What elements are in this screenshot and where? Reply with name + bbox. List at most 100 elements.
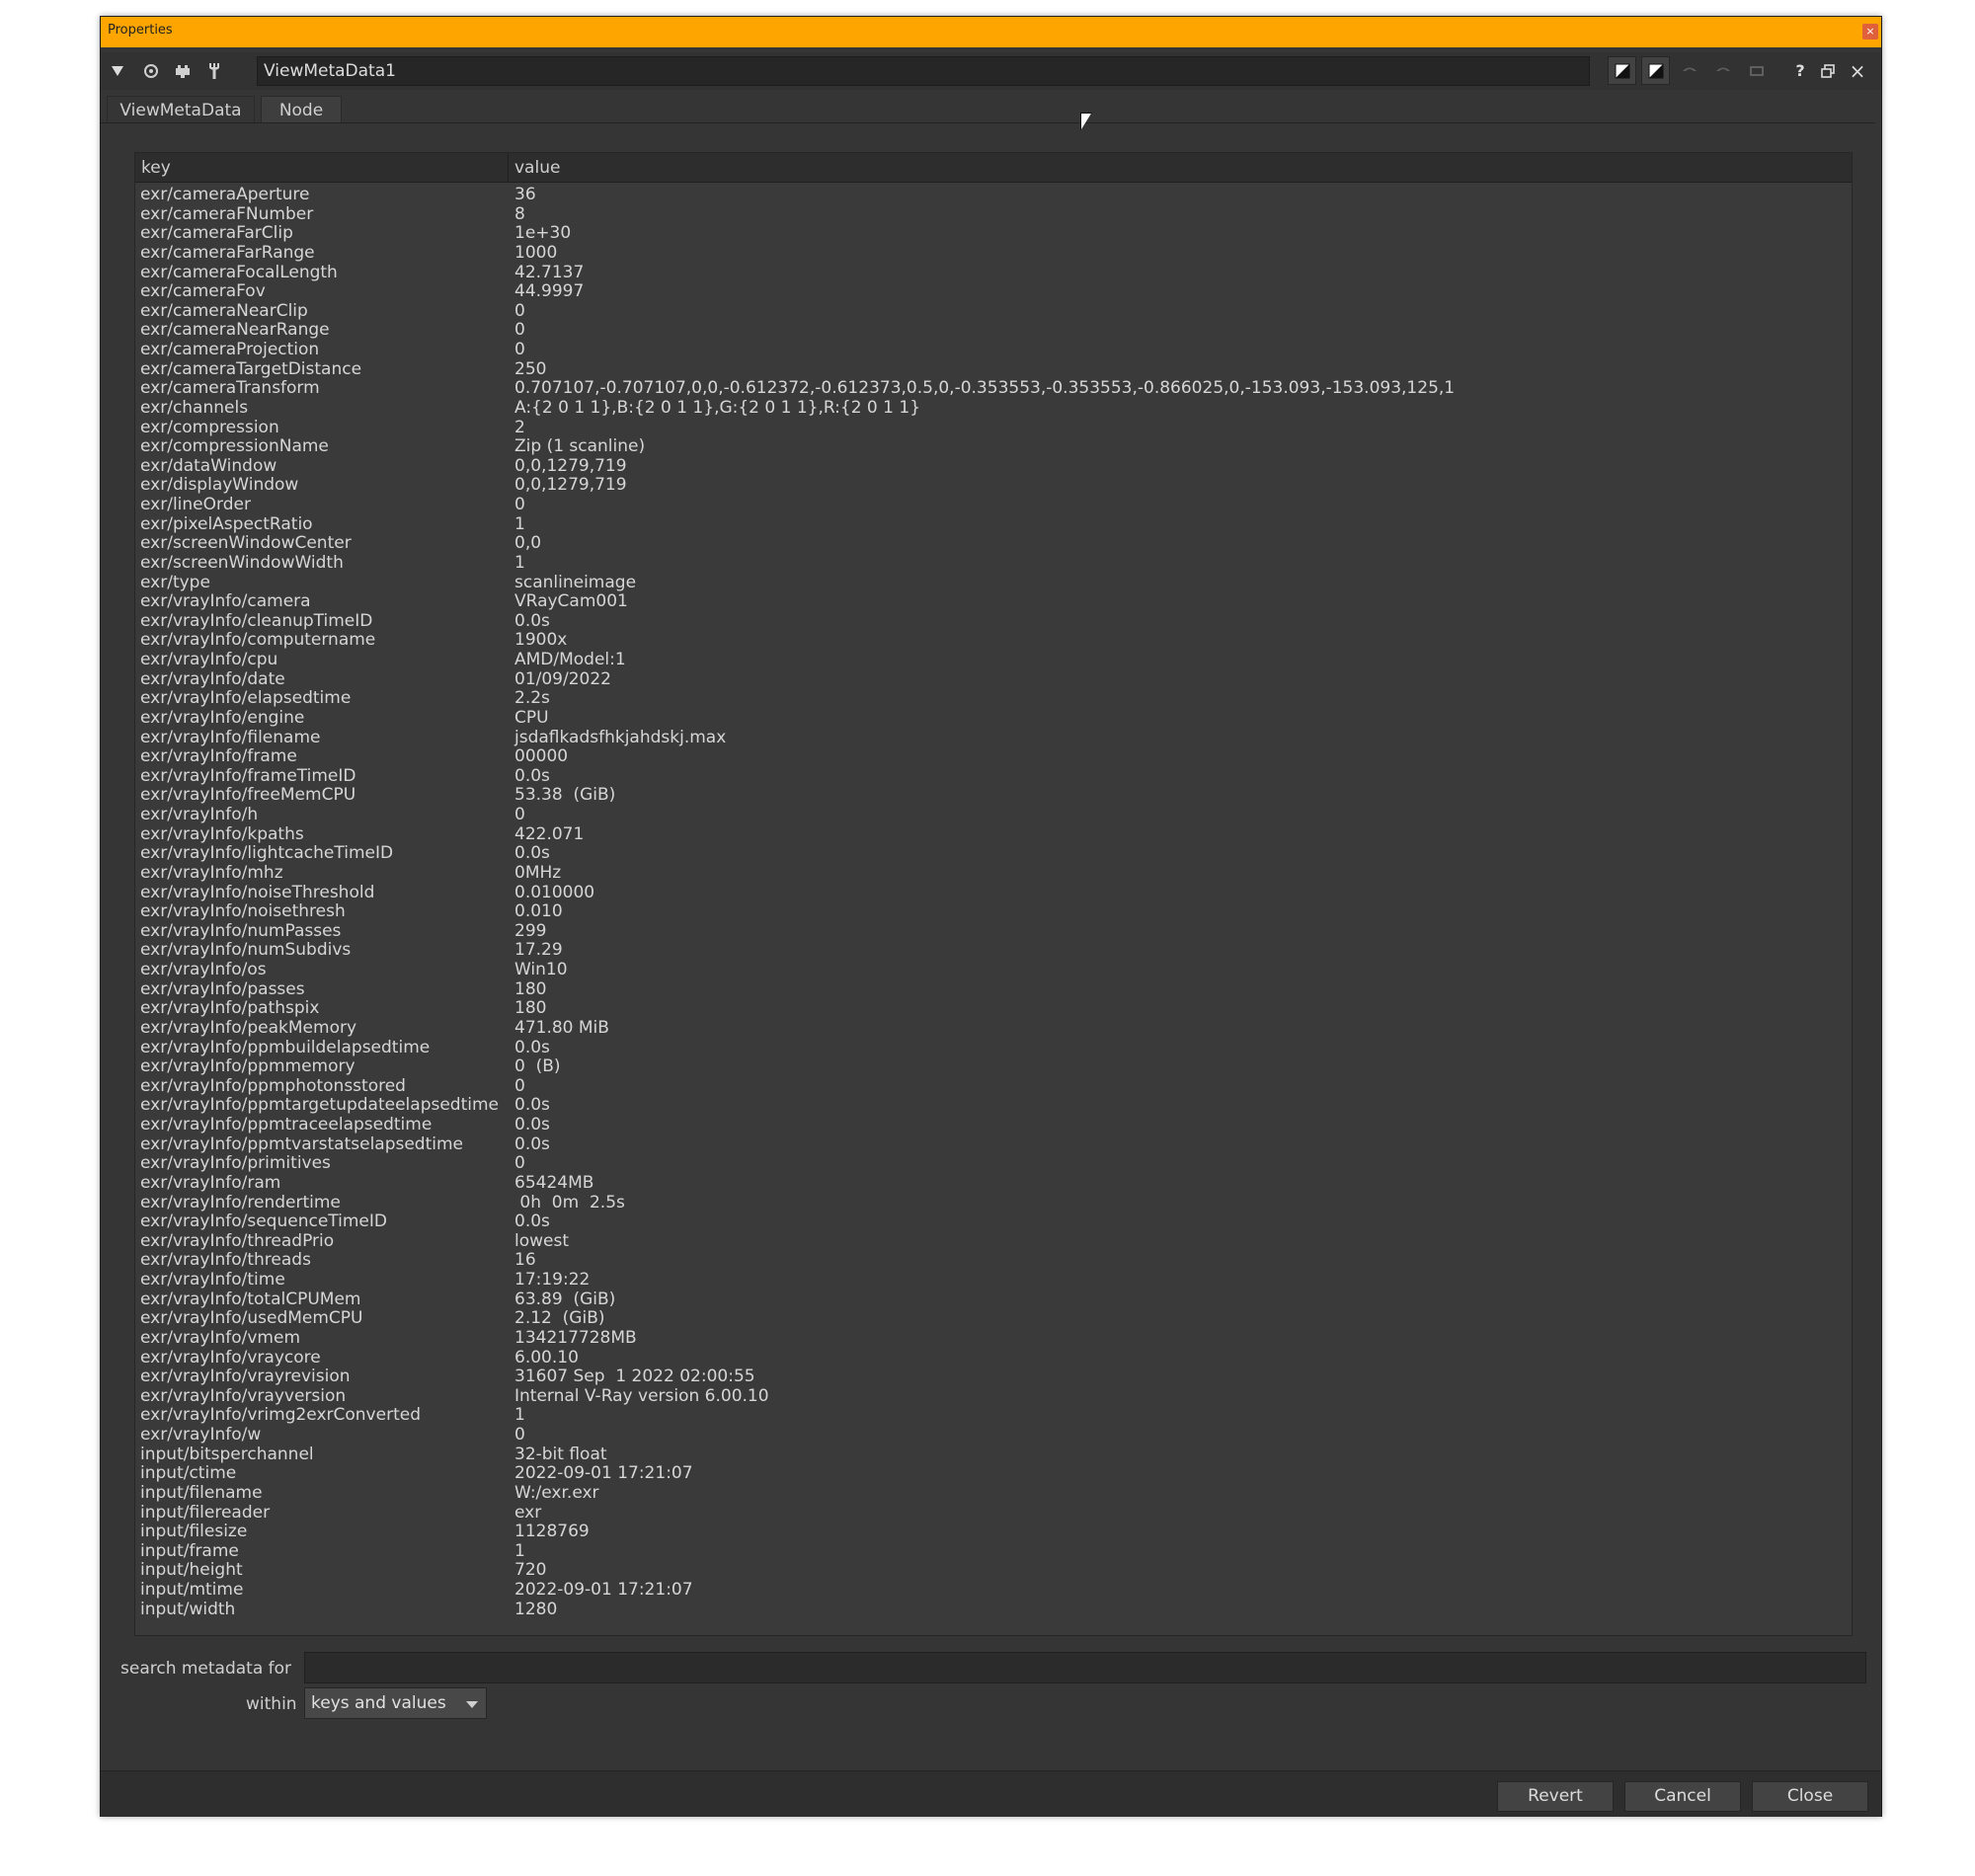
table-row[interactable]: exr/cameraAperture 36 xyxy=(135,185,1852,205)
table-row[interactable]: exr/cameraFarClip 1e+30 xyxy=(135,224,1852,244)
table-row[interactable]: exr/displayWindow 0,0,1279,719 xyxy=(135,476,1852,496)
table-row[interactable]: exr/vrayInfo/vmem 134217728MB xyxy=(135,1328,1852,1349)
table-row[interactable]: exr/vrayInfo/ppmbuildelapsedtime 0.0s xyxy=(135,1038,1852,1058)
revert-button[interactable]: Revert xyxy=(1497,1781,1614,1812)
table-row[interactable]: exr/vrayInfo/vrayrevision 31607 Sep 1 202… xyxy=(135,1367,1852,1387)
row-value: 0 xyxy=(514,495,525,514)
table-row[interactable]: exr/vrayInfo/frame 00000 xyxy=(135,746,1852,767)
table-row[interactable]: exr/cameraTargetDistance 250 xyxy=(135,359,1852,380)
settings-icon[interactable] xyxy=(168,56,198,86)
table-row[interactable]: exr/vrayInfo/rendertime 0h 0m 2.5s xyxy=(135,1193,1852,1213)
table-row[interactable]: exr/vrayInfo/ram 65424MB xyxy=(135,1173,1852,1194)
cancel-button[interactable]: Cancel xyxy=(1624,1781,1741,1812)
table-row[interactable]: exr/vrayInfo/cleanupTimeID 0.0s xyxy=(135,611,1852,632)
table-row[interactable]: exr/vrayInfo/numPasses 299 xyxy=(135,921,1852,942)
search-input[interactable] xyxy=(304,1652,1866,1683)
table-row[interactable]: exr/vrayInfo/time 17:19:22 xyxy=(135,1270,1852,1290)
table-row[interactable]: exr/vrayInfo/noisethresh 0.010 xyxy=(135,901,1852,922)
close-panel-icon[interactable]: × xyxy=(1843,56,1872,86)
table-row[interactable]: exr/dataWindow 0,0,1279,719 xyxy=(135,456,1852,477)
table-row[interactable]: exr/compression 2 xyxy=(135,418,1852,438)
table-row[interactable]: exr/vrayInfo/totalCPUMem 63.89 (GiB) xyxy=(135,1290,1852,1310)
wrench-icon[interactable] xyxy=(199,56,229,86)
help-icon[interactable]: ? xyxy=(1785,56,1815,86)
table-row[interactable]: exr/vrayInfo/frameTimeID 0.0s xyxy=(135,766,1852,787)
table-row[interactable]: exr/cameraFarRange 1000 xyxy=(135,243,1852,264)
table-row[interactable]: input/bitsperchannel 32-bit float xyxy=(135,1445,1852,1465)
float-window-icon[interactable] xyxy=(1813,56,1843,86)
table-row[interactable]: exr/vrayInfo/vrimg2exrConverted 1 xyxy=(135,1406,1852,1426)
tab-node[interactable]: Node xyxy=(261,96,342,123)
metadata-table[interactable]: key value exr/cameraAperture 36 exr/camera… xyxy=(134,152,1853,1636)
table-row[interactable]: exr/vrayInfo/filename jsdaflkadsfhkjahdsk… xyxy=(135,728,1852,748)
table-row[interactable]: exr/cameraProjection 0 xyxy=(135,340,1852,360)
close-button[interactable]: Close xyxy=(1752,1781,1868,1812)
table-row[interactable]: exr/vrayInfo/vraycore 6.00.10 xyxy=(135,1348,1852,1368)
table-row[interactable]: exr/type scanlineimage xyxy=(135,573,1852,593)
table-row[interactable]: exr/lineOrder 0 xyxy=(135,495,1852,515)
table-row[interactable]: input/filereader exr xyxy=(135,1503,1852,1524)
window-close-icon[interactable]: × xyxy=(1862,24,1878,39)
table-row[interactable]: exr/vrayInfo/ppmtvarstatselapsedtime 0.0s xyxy=(135,1134,1852,1155)
redo-icon[interactable] xyxy=(1708,56,1738,86)
table-row[interactable]: exr/vrayInfo/threads 16 xyxy=(135,1251,1852,1271)
table-row[interactable]: exr/vrayInfo/vrayversion Internal V-Ray v… xyxy=(135,1386,1852,1407)
table-row[interactable]: exr/vrayInfo/primitives 0 xyxy=(135,1154,1852,1174)
table-row[interactable]: exr/cameraNearClip 0 xyxy=(135,301,1852,322)
table-row[interactable]: exr/vrayInfo/threadPrio lowest xyxy=(135,1231,1852,1252)
node-name-field[interactable]: ViewMetaData1 xyxy=(257,56,1590,86)
collapse-arrow-icon[interactable] xyxy=(103,56,132,86)
title-bar[interactable]: Properties × xyxy=(101,17,1881,47)
table-row[interactable]: exr/vrayInfo/kpaths 422.071 xyxy=(135,824,1852,845)
within-dropdown[interactable]: keys and values xyxy=(304,1687,487,1719)
table-row[interactable]: exr/cameraTransform 0.707107,-0.707107,0,… xyxy=(135,379,1852,399)
table-row[interactable]: input/mtime 2022-09-01 17:21:07 xyxy=(135,1580,1852,1601)
table-row[interactable]: exr/vrayInfo/pathspix 180 xyxy=(135,999,1852,1019)
visibility-icon[interactable] xyxy=(136,56,166,86)
table-row[interactable]: exr/vrayInfo/mhz 0MHz xyxy=(135,863,1852,884)
table-row[interactable]: exr/vrayInfo/engine CPU xyxy=(135,708,1852,729)
table-row[interactable]: exr/vrayInfo/peakMemory 471.80 MiB xyxy=(135,1018,1852,1039)
color-swatch-icon[interactable] xyxy=(1608,56,1636,85)
table-row[interactable]: exr/vrayInfo/h 0 xyxy=(135,805,1852,825)
table-row[interactable]: exr/screenWindowWidth 1 xyxy=(135,553,1852,574)
table-row[interactable]: exr/vrayInfo/ppmphotonsstored 0 xyxy=(135,1076,1852,1097)
revert-icon[interactable] xyxy=(1742,56,1772,86)
tab-viewmetadata[interactable]: ViewMetaData xyxy=(107,96,255,123)
table-row[interactable]: exr/cameraNearRange 0 xyxy=(135,321,1852,341)
table-row[interactable]: input/height 720 xyxy=(135,1561,1852,1581)
table-row[interactable]: exr/vrayInfo/ppmmemory 0 (B) xyxy=(135,1056,1852,1077)
table-row[interactable]: exr/cameraFNumber 8 xyxy=(135,204,1852,225)
table-row[interactable]: exr/vrayInfo/lightcacheTimeID 0.0s xyxy=(135,844,1852,864)
table-row[interactable]: exr/vrayInfo/os Win10 xyxy=(135,960,1852,980)
table-row[interactable]: exr/cameraFov 44.9997 xyxy=(135,281,1852,302)
table-row[interactable]: input/ctime 2022-09-01 17:21:07 xyxy=(135,1464,1852,1484)
table-row[interactable]: exr/cameraFocalLength 42.7137 xyxy=(135,263,1852,283)
table-row[interactable]: input/frame 1 xyxy=(135,1541,1852,1562)
table-row[interactable]: exr/vrayInfo/sequenceTimeID 0.0s xyxy=(135,1212,1852,1232)
table-row[interactable]: exr/vrayInfo/numSubdivs 17.29 xyxy=(135,941,1852,961)
table-row[interactable]: exr/vrayInfo/usedMemCPU 2.12 (GiB) xyxy=(135,1309,1852,1329)
table-row[interactable]: input/filename W:/exr.exr xyxy=(135,1483,1852,1504)
undo-icon[interactable] xyxy=(1675,56,1704,86)
column-header-value[interactable]: value xyxy=(509,153,1852,182)
table-row[interactable]: exr/vrayInfo/ppmtargetupdateelapsedtime 0… xyxy=(135,1096,1852,1116)
color-swatch-icon[interactable] xyxy=(1641,56,1670,85)
table-row[interactable]: input/width 1280 xyxy=(135,1600,1852,1620)
table-row[interactable]: exr/vrayInfo/camera VRayCam001 xyxy=(135,591,1852,612)
table-row[interactable]: exr/vrayInfo/cpu AMD/Model:1 xyxy=(135,650,1852,670)
table-row[interactable]: exr/vrayInfo/passes 180 xyxy=(135,979,1852,1000)
column-header-key[interactable]: key xyxy=(135,153,509,182)
table-row[interactable]: exr/vrayInfo/elapsedtime 2.2s xyxy=(135,689,1852,709)
table-row[interactable]: exr/channels A:{2 0 1 1},B:{2 0 1 1},G:{2… xyxy=(135,398,1852,419)
table-row[interactable]: exr/screenWindowCenter 0,0 xyxy=(135,534,1852,554)
table-row[interactable]: exr/vrayInfo/w 0 xyxy=(135,1425,1852,1446)
table-row[interactable]: input/filesize 1128769 xyxy=(135,1522,1852,1542)
table-row[interactable]: exr/vrayInfo/freeMemCPU 53.38 (GiB) xyxy=(135,786,1852,806)
table-row[interactable]: exr/vrayInfo/computername 1900x xyxy=(135,631,1852,651)
table-row[interactable]: exr/vrayInfo/date 01/09/2022 xyxy=(135,669,1852,690)
table-row[interactable]: exr/vrayInfo/ppmtraceelapsedtime 0.0s xyxy=(135,1115,1852,1135)
table-row[interactable]: exr/pixelAspectRatio 1 xyxy=(135,514,1852,535)
table-row[interactable]: exr/vrayInfo/noiseThreshold 0.010000 xyxy=(135,883,1852,903)
table-row[interactable]: exr/compressionName Zip (1 scanline) xyxy=(135,436,1852,457)
